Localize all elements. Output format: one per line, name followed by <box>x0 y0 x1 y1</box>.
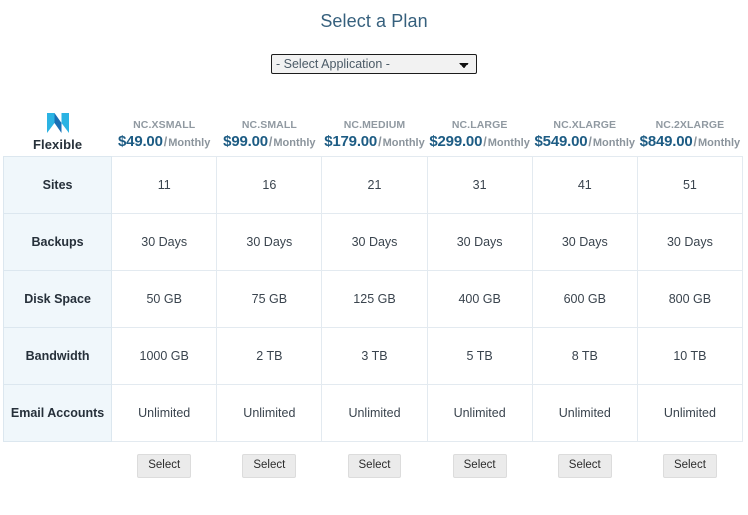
feature-value: Unlimited <box>426 384 533 442</box>
plan-period: Monthly <box>382 137 425 149</box>
feature-label-backups: Backups <box>2 213 113 271</box>
feature-value: 11 <box>111 156 218 214</box>
feature-value: 50 GB <box>111 270 218 328</box>
select-plan-button-nc-small[interactable]: Select <box>242 454 297 478</box>
plan-name: NC.XSMALL <box>133 119 196 131</box>
pricing-table-body: Sites 11 16 21 31 41 51 Backups 30 Days … <box>2 156 744 442</box>
feature-value: 30 Days <box>531 213 638 271</box>
plan-price: $179.00 <box>324 133 378 150</box>
select-cell-nc-2xlarge: Select <box>637 441 743 490</box>
table-row: Disk Space 50 GB 75 GB 125 GB 400 GB 600… <box>2 270 744 328</box>
plan-header-nc-large: NC.LARGE $299.00/Monthly <box>427 92 532 157</box>
plan-table-container: Flexible NC.XSMALL $49.00/Monthly NC.SMA… <box>0 92 748 490</box>
feature-value: 8 TB <box>531 327 638 385</box>
feature-value: 21 <box>321 156 428 214</box>
select-plan-button-nc-medium[interactable]: Select <box>347 454 402 478</box>
feature-value: 600 GB <box>531 270 638 328</box>
brand-cell: Flexible <box>4 92 112 157</box>
feature-value: Unlimited <box>111 384 218 442</box>
feature-value: 3 TB <box>321 327 428 385</box>
plan-name: NC.LARGE <box>451 119 508 131</box>
feature-value: 400 GB <box>426 270 533 328</box>
feature-value: 2 TB <box>216 327 323 385</box>
plan-price-line: $849.00/Monthly <box>637 134 742 150</box>
plan-name: NC.SMALL <box>241 119 297 131</box>
pricing-table-footer: Select Select Select Select Select Selec… <box>3 441 743 490</box>
select-cell-nc-large: Select <box>427 441 533 490</box>
feature-value: 1000 GB <box>111 327 218 385</box>
select-plan-button-nc-large[interactable]: Select <box>452 454 507 478</box>
feature-value: 800 GB <box>636 270 744 328</box>
select-plan-button-nc-xlarge[interactable]: Select <box>557 454 612 478</box>
feature-label-bandwidth: Bandwidth <box>2 327 113 385</box>
table-row: Email Accounts Unlimited Unlimited Unlim… <box>2 384 744 442</box>
feature-label-disk-space: Disk Space <box>2 270 113 328</box>
select-plan-button-nc-xsmall[interactable]: Select <box>137 454 192 478</box>
plan-period: Monthly <box>273 137 316 149</box>
plan-price: $849.00 <box>639 133 693 150</box>
plan-price-line: $299.00/Monthly <box>427 134 532 150</box>
application-select[interactable]: - Select Application - <box>271 54 477 74</box>
feature-value: 75 GB <box>216 270 323 328</box>
feature-value: 10 TB <box>636 327 744 385</box>
plan-period: Monthly <box>487 137 530 149</box>
feature-value: 41 <box>531 156 638 214</box>
plan-period: Monthly <box>697 137 741 149</box>
feature-value: 30 Days <box>636 213 744 271</box>
feature-value: 30 Days <box>321 213 428 271</box>
plan-price-line: $49.00/Monthly <box>112 134 217 150</box>
feature-value: Unlimited <box>216 384 323 442</box>
plan-period: Monthly <box>592 137 636 149</box>
feature-value: Unlimited <box>321 384 428 442</box>
select-cell-nc-xlarge: Select <box>532 441 638 490</box>
feature-value: 30 Days <box>426 213 533 271</box>
feature-value: Unlimited <box>531 384 638 442</box>
table-row: Bandwidth 1000 GB 2 TB 3 TB 5 TB 8 TB 10… <box>2 327 744 385</box>
table-row: Backups 30 Days 30 Days 30 Days 30 Days … <box>2 213 744 271</box>
plan-name: NC.XLARGE <box>553 119 617 131</box>
select-plan-button-nc-2xlarge[interactable]: Select <box>662 454 717 478</box>
nexcess-n-logo-icon <box>46 113 69 133</box>
plan-header-nc-medium: NC.MEDIUM $179.00/Monthly <box>322 92 427 157</box>
plan-header-nc-xlarge: NC.XLARGE $549.00/Monthly <box>532 92 637 157</box>
plan-price-line: $549.00/Monthly <box>532 134 637 150</box>
application-select-row: - Select Application - <box>0 54 748 74</box>
feature-value: 5 TB <box>426 327 533 385</box>
feature-value: 30 Days <box>216 213 323 271</box>
plan-header-nc-2xlarge: NC.2XLARGE $849.00/Monthly <box>637 92 742 157</box>
plan-price: $299.00 <box>429 133 483 150</box>
plan-price-line: $99.00/Monthly <box>217 134 322 150</box>
select-cell-nc-small: Select <box>216 441 322 490</box>
feature-value: 125 GB <box>321 270 428 328</box>
plan-price: $49.00 <box>118 133 163 150</box>
plan-header-nc-xsmall: NC.XSMALL $49.00/Monthly <box>112 92 217 157</box>
plan-header-row: Flexible NC.XSMALL $49.00/Monthly NC.SMA… <box>4 92 743 157</box>
pricing-table-header: Flexible NC.XSMALL $49.00/Monthly NC.SMA… <box>4 92 743 157</box>
feature-label-email-accounts: Email Accounts <box>2 384 113 442</box>
plan-name: NC.2XLARGE <box>655 119 725 131</box>
plan-name: NC.MEDIUM <box>343 119 406 131</box>
feature-value: 51 <box>636 156 744 214</box>
footer-spacer <box>3 441 112 490</box>
plan-price-line: $179.00/Monthly <box>322 134 427 150</box>
plan-price: $99.00 <box>223 133 268 150</box>
feature-value: 16 <box>216 156 323 214</box>
pricing-table: Flexible NC.XSMALL $49.00/Monthly NC.SMA… <box>2 92 744 490</box>
plan-price: $549.00 <box>534 133 588 150</box>
select-cell-nc-xsmall: Select <box>111 441 217 490</box>
table-row: Sites 11 16 21 31 41 51 <box>2 156 744 214</box>
select-cell-nc-medium: Select <box>321 441 428 490</box>
feature-label-sites: Sites <box>2 156 113 214</box>
feature-value: 31 <box>426 156 533 214</box>
select-button-row: Select Select Select Select Select Selec… <box>3 441 743 490</box>
feature-value: 30 Days <box>111 213 218 271</box>
plan-period: Monthly <box>168 137 211 149</box>
feature-value: Unlimited <box>636 384 744 442</box>
plan-header-nc-small: NC.SMALL $99.00/Monthly <box>217 92 322 157</box>
page-title: Select a Plan <box>320 11 428 31</box>
brand-name: Flexible <box>32 137 83 152</box>
